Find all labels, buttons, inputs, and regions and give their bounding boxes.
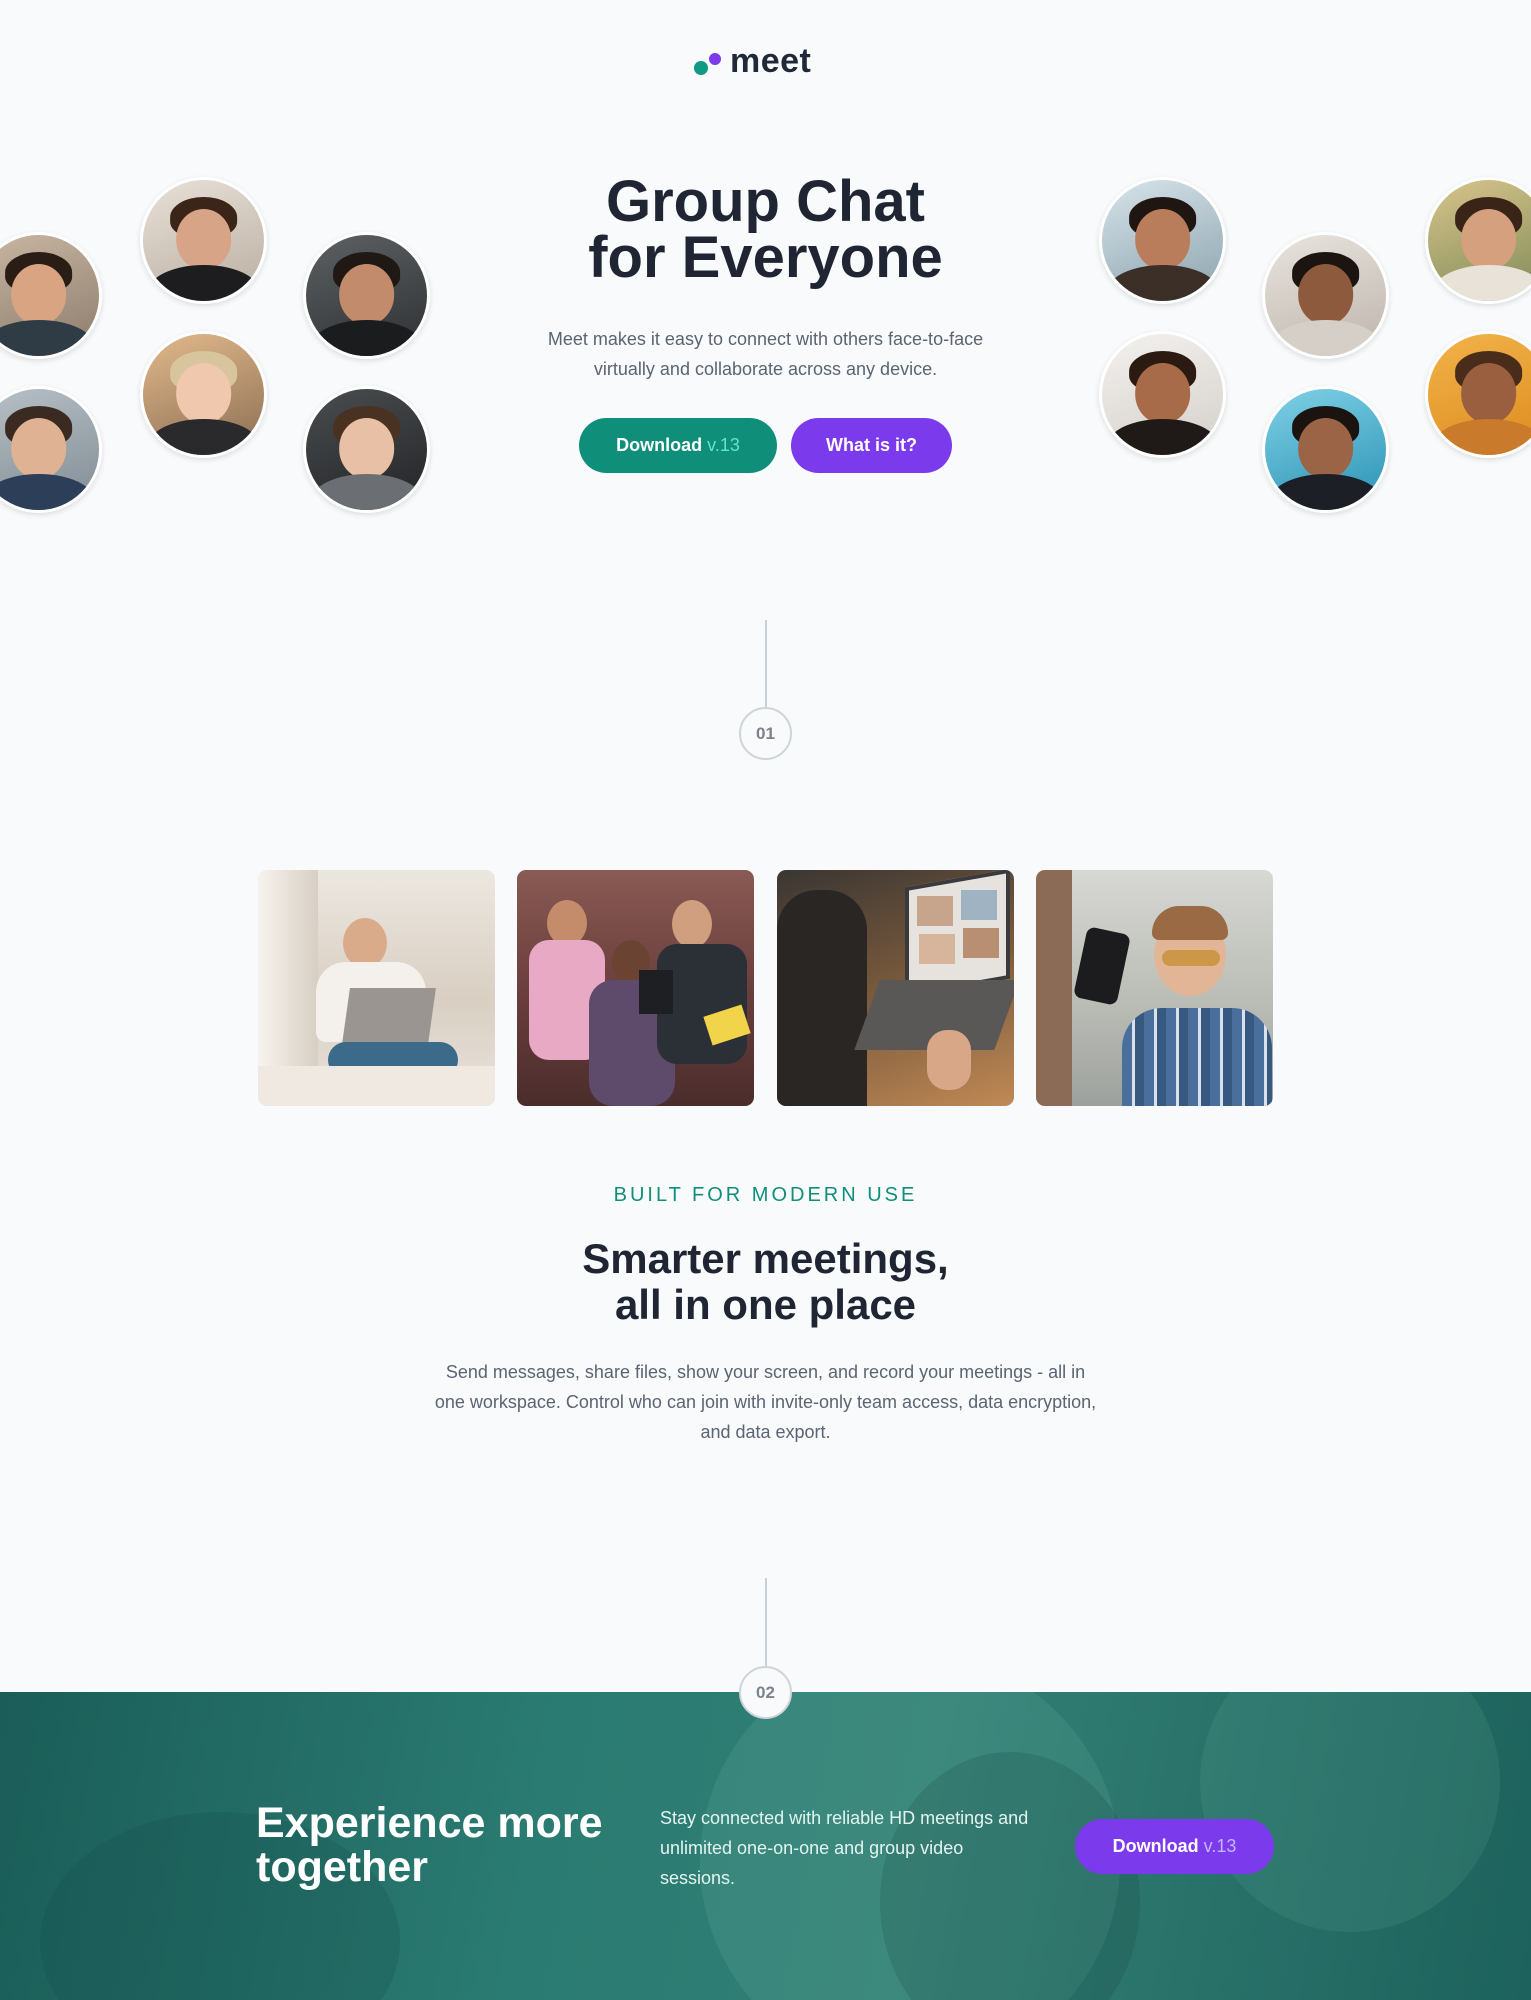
avatar-left-2: [0, 386, 102, 513]
photo-woman-laptop: [258, 870, 495, 1106]
step-marker-02-label: 02: [756, 1682, 775, 1702]
hero-title-line2: for Everyone: [588, 225, 943, 290]
avatar-right-2: [1099, 331, 1226, 458]
avatar-right-4: [1262, 386, 1389, 513]
hero-title-line1: Group Chat: [606, 169, 925, 234]
section-title-line1: Smarter meetings,: [582, 1235, 949, 1282]
photo-friends-tablet: [517, 870, 754, 1106]
avatar-right-6: [1425, 331, 1531, 458]
logo[interactable]: meet: [692, 42, 811, 81]
step-marker-01: 01: [739, 707, 792, 760]
what-is-it-label: What is it?: [826, 435, 917, 455]
download-button-label: Download: [616, 435, 703, 455]
avatar-left-4: [140, 331, 267, 458]
cta-description: Stay connected with reliable HD meetings…: [660, 1808, 1029, 1888]
photo-man-selfie: [1036, 870, 1273, 1106]
section-title: Smarter meetings, all in one place: [0, 1236, 1531, 1328]
hero-title: Group Chat for Everyone: [0, 169, 1531, 290]
cta-title: Experience more together: [256, 1801, 636, 1889]
step-marker-02: 02: [739, 1666, 792, 1719]
logo-mark-icon: [692, 47, 722, 77]
cta-download-label: Download: [1112, 1836, 1199, 1856]
cta-title-line1: Experience more: [256, 1799, 603, 1847]
what-is-it-button[interactable]: What is it?: [791, 418, 952, 473]
download-version: v.13: [707, 435, 740, 455]
photo-video-call-laptop: [777, 870, 1014, 1106]
cta-title-line2: together: [256, 1843, 428, 1891]
download-button[interactable]: Download v.13: [579, 418, 777, 473]
timeline-line-1: [765, 620, 767, 708]
avatar-left-6: [303, 386, 430, 513]
section-eyebrow: BUILT FOR MODERN USE: [613, 1184, 918, 1206]
cta-download-button[interactable]: Download v.13: [1075, 1819, 1274, 1874]
timeline-line-2: [765, 1578, 767, 1670]
logo-text: meet: [730, 42, 812, 80]
hero-description: Meet makes it easy to connect with other…: [547, 329, 984, 379]
cta-download-version: v.13: [1203, 1836, 1237, 1856]
section-title-line2: all in one place: [614, 1281, 917, 1328]
step-marker-01-label: 01: [756, 723, 775, 743]
section-description: Send messages, share files, show your sc…: [434, 1362, 1097, 1442]
